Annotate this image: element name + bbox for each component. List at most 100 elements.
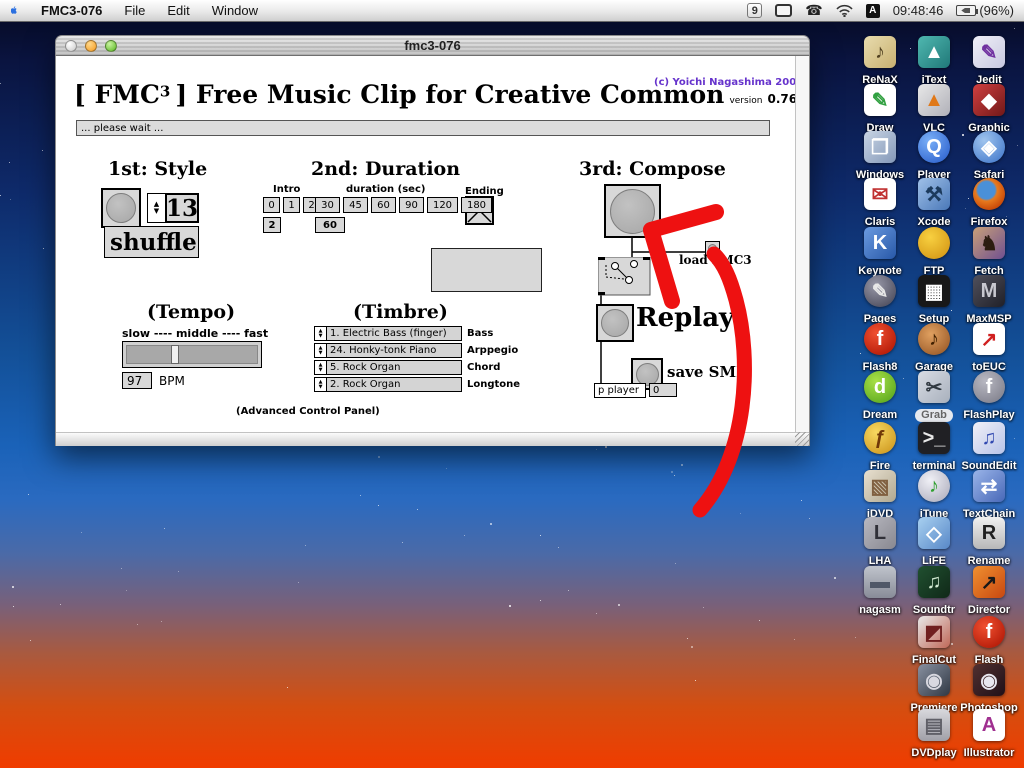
rename-app-icon: R bbox=[973, 517, 1005, 549]
desktop-icon-jedit[interactable]: ✎ Jedit bbox=[960, 36, 1018, 88]
desktop-icon-illustrator[interactable]: A Illustrator bbox=[960, 709, 1018, 761]
advanced-panel-label: (Advanced Control Panel) bbox=[236, 406, 380, 417]
desktop-icon-fire[interactable]: ƒ Fire bbox=[851, 422, 909, 474]
duration-option-90[interactable]: 90 bbox=[399, 197, 424, 213]
close-button[interactable] bbox=[65, 40, 77, 52]
desktop-icon-renax[interactable]: ♪ ReNaX bbox=[851, 36, 909, 88]
gswitch-object[interactable] bbox=[597, 256, 651, 300]
desktop-icon-keynote[interactable]: K Keynote bbox=[851, 227, 909, 279]
desktop-icon-pages[interactable]: ✎ Pages bbox=[851, 275, 909, 327]
desktop-icon-itext[interactable]: ▲ iText bbox=[905, 36, 963, 88]
wifi-icon[interactable] bbox=[836, 4, 853, 17]
bpm-number-box[interactable]: 97 bbox=[122, 372, 152, 389]
idvd-app-icon: ▧ bbox=[864, 470, 896, 502]
minimize-button[interactable] bbox=[85, 40, 97, 52]
desktop-icon-flash8[interactable]: f Flash8 bbox=[851, 323, 909, 375]
desktop-icon-life[interactable]: ◇ LiFE bbox=[905, 517, 963, 569]
tempo-slider[interactable] bbox=[122, 341, 262, 368]
ftp-app-icon bbox=[918, 227, 950, 259]
timbre-select-0[interactable]: 1. Electric Bass (finger) bbox=[326, 326, 462, 341]
style-bang-button[interactable] bbox=[101, 188, 141, 228]
style-stepper[interactable]: ▲ ▼ bbox=[147, 193, 166, 223]
patcher-window: fmc3-076 (c) Yoichi Nagashima 2005 [ FMC… bbox=[55, 35, 810, 446]
desktop-icon-nagasm[interactable]: ▬ nagasm bbox=[851, 566, 909, 618]
menu-clock[interactable]: 09:48:46 bbox=[893, 3, 944, 18]
desktop-icon-terminal[interactable]: >_ terminal bbox=[905, 422, 963, 474]
firefox-app-icon bbox=[973, 178, 1005, 210]
compose-bang-button[interactable] bbox=[604, 184, 661, 238]
lha-app-icon: L bbox=[864, 517, 896, 549]
desktop-icon-firefox[interactable]: Firefox bbox=[960, 178, 1018, 230]
itext-app-icon: ▲ bbox=[918, 36, 950, 68]
player-number-box[interactable]: 0 bbox=[649, 383, 677, 397]
duration-sec-label: duration (sec) bbox=[346, 184, 426, 195]
duration-option-60[interactable]: 60 bbox=[371, 197, 396, 213]
desktop-icon-textchain[interactable]: ⇄ TextChain bbox=[960, 470, 1018, 522]
desktop-icon-director[interactable]: ↗ Director bbox=[960, 566, 1018, 618]
icon-label: Dream bbox=[862, 409, 898, 421]
desktop-icon-soundtr[interactable]: ♫ Soundtr bbox=[905, 566, 963, 618]
duration-option-180[interactable]: 180 bbox=[461, 197, 492, 213]
apple-menu[interactable] bbox=[0, 0, 30, 22]
desktop-icon-rename[interactable]: R Rename bbox=[960, 517, 1018, 569]
resize-grip[interactable] bbox=[795, 432, 809, 446]
vertical-scrollbar[interactable] bbox=[795, 56, 809, 432]
desktop-icon-fetch[interactable]: ♞ Fetch bbox=[960, 227, 1018, 279]
tempo-slider-handle[interactable] bbox=[171, 345, 179, 364]
desktop-icon-ftp[interactable]: FTP bbox=[905, 227, 963, 279]
desktop-icon-toeuc[interactable]: ↗ toEUC bbox=[960, 323, 1018, 375]
menu-file[interactable]: File bbox=[113, 0, 156, 22]
timbre-select-3[interactable]: 2. Rock Organ bbox=[326, 377, 462, 392]
desktop-icon-claris[interactable]: ✉ Claris bbox=[851, 178, 909, 230]
classic-environment-icon[interactable]: 9 bbox=[747, 3, 763, 18]
desktop-icon-finalcut[interactable]: ◩ FinalCut bbox=[905, 616, 963, 668]
desktop-icon-safari[interactable]: ◈ Safari bbox=[960, 131, 1018, 183]
desktop-icon-player[interactable]: Q Player bbox=[905, 131, 963, 183]
desktop-icon-vlc[interactable]: ▲ VLC bbox=[905, 84, 963, 136]
desktop-icon-flashplay[interactable]: f FlashPlay bbox=[960, 371, 1018, 423]
desktop-icon-graphic[interactable]: ◆ Graphic bbox=[960, 84, 1018, 136]
desktop-icon-draw[interactable]: ✎ Draw bbox=[851, 84, 909, 136]
duration-option-120[interactable]: 120 bbox=[427, 197, 458, 213]
desktop-icon-idvd[interactable]: ▧ iDVD bbox=[851, 470, 909, 522]
timbre-select-1[interactable]: 24. Honky-tonk Piano bbox=[326, 343, 462, 358]
graphic-app-icon: ◆ bbox=[973, 84, 1005, 116]
desktop-icon-dvdplay[interactable]: ▤ DVDplay bbox=[905, 709, 963, 761]
load-fmc3-label: load FMC3 bbox=[679, 253, 752, 267]
shuffle-button[interactable]: shuffle bbox=[104, 226, 199, 258]
desktop-icon-soundedit[interactable]: ♫ SoundEdit bbox=[960, 422, 1018, 474]
intro-option-0[interactable]: 0 bbox=[263, 197, 280, 213]
jedit-app-icon: ✎ bbox=[973, 36, 1005, 68]
timbre-select-2[interactable]: 5. Rock Organ bbox=[326, 360, 462, 375]
zoom-button[interactable] bbox=[105, 40, 117, 52]
menu-edit[interactable]: Edit bbox=[156, 0, 200, 22]
battery-icon bbox=[956, 5, 979, 16]
duration-option-30[interactable]: 30 bbox=[315, 197, 340, 213]
intro-option-1[interactable]: 1 bbox=[283, 197, 300, 213]
style-number-box[interactable]: 13 bbox=[165, 193, 199, 223]
desktop-icon-dream[interactable]: d Dream bbox=[851, 371, 909, 423]
duration-option-45[interactable]: 45 bbox=[343, 197, 368, 213]
desktop-icon-windows[interactable]: ❐ Windows bbox=[851, 131, 909, 183]
desktop-icon-flash[interactable]: f Flash bbox=[960, 616, 1018, 668]
timbre-role-label-1: Arppegio bbox=[467, 345, 519, 356]
fire-app-icon: ƒ bbox=[864, 422, 896, 454]
icon-label: nagasm bbox=[859, 604, 901, 616]
replay-bang-button[interactable] bbox=[596, 304, 634, 342]
battery-indicator[interactable]: (96%) bbox=[956, 3, 1014, 18]
displays-icon[interactable] bbox=[775, 4, 793, 17]
desktop-icon-itune[interactable]: ♪ iTune bbox=[905, 470, 963, 522]
desktop-icon-grab[interactable]: ✂ Grab bbox=[905, 371, 963, 423]
dvdplay-app-icon: ▤ bbox=[918, 709, 950, 741]
modem-phone-icon[interactable]: ☎ bbox=[805, 2, 822, 19]
menu-app-name[interactable]: FMC3-076 bbox=[30, 0, 113, 22]
desktop-icon-garage[interactable]: ♪ Garage bbox=[905, 323, 963, 375]
desktop-icon-maxmsp[interactable]: M MaxMSP bbox=[960, 275, 1018, 327]
menu-window[interactable]: Window bbox=[201, 0, 269, 22]
desktop-icon-lha[interactable]: L LHA bbox=[851, 517, 909, 569]
maxmsp-app-icon: M bbox=[973, 275, 1005, 307]
desktop-icon-setup[interactable]: ▦ Setup bbox=[905, 275, 963, 327]
window-titlebar[interactable]: fmc3-076 bbox=[55, 35, 810, 56]
input-method-icon[interactable]: A bbox=[865, 3, 880, 18]
desktop-icon-xcode[interactable]: ⚒ Xcode bbox=[905, 178, 963, 230]
